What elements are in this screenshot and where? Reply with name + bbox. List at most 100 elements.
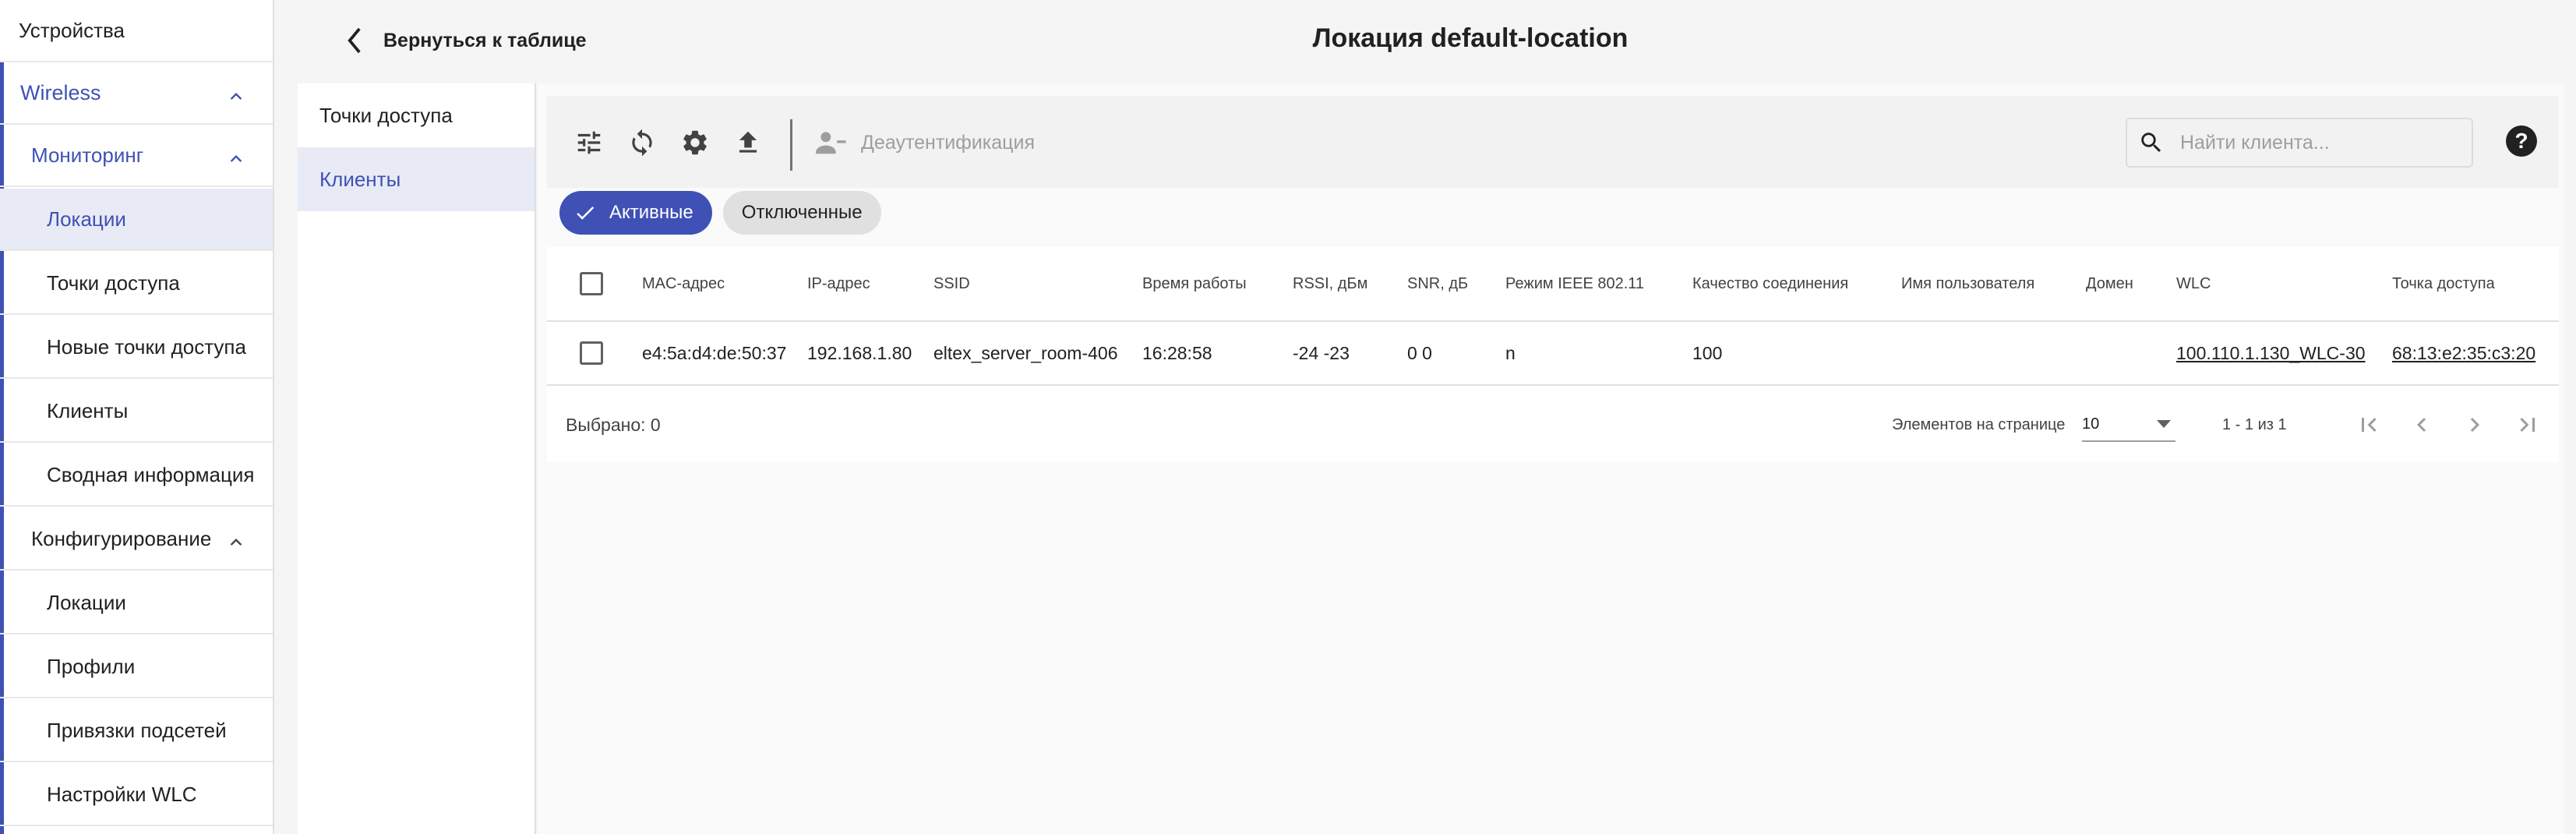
status-filter-chips: Активные Отключенные [559, 191, 881, 235]
settings-button[interactable] [679, 127, 711, 158]
cell-mac: e4:5a:d4:de:50:37 [642, 342, 787, 363]
per-page-value: 10 [2082, 415, 2100, 433]
column-header-snr[interactable]: SNR, дБ [1407, 247, 1468, 320]
filter-settings-button[interactable] [573, 127, 605, 158]
column-header-ssid[interactable]: SSID [933, 247, 970, 320]
page-title: Локация default-location [1312, 23, 1629, 53]
column-header-mac[interactable]: MAC-адрес [642, 247, 725, 320]
column-header-quality[interactable]: Качество соединения [1692, 247, 1848, 320]
cell-rssi: -24 -23 [1293, 342, 1350, 363]
sidebar-section-monitoring[interactable]: Мониторинг [0, 125, 273, 187]
sidebar-item-monitoring-locations[interactable]: Локации [0, 189, 273, 251]
cell-quality: 100 [1692, 342, 1723, 363]
tune-icon [577, 131, 601, 154]
person-remove-icon [816, 132, 846, 154]
column-header-uptime[interactable]: Время работы [1142, 247, 1247, 320]
toolbar-divider [790, 119, 792, 171]
next-page-button[interactable] [2459, 409, 2490, 440]
sidebar-section-label: Мониторинг [31, 143, 144, 167]
sidebar-item-label: Профили [47, 654, 136, 678]
clients-table: MAC-адрес IP-адрес SSID Время работы RSS… [547, 247, 2559, 462]
column-header-wlc[interactable]: WLC [2176, 247, 2211, 320]
chip-label: Активные [609, 202, 693, 223]
select-all-checkbox[interactable] [580, 272, 603, 295]
last-page-button[interactable] [2512, 409, 2543, 440]
last-page-icon [2520, 418, 2535, 432]
deauthenticate-button[interactable]: Деаутентификация [816, 127, 1035, 158]
client-search [2126, 118, 2473, 168]
sidebar-section-configuration[interactable]: Конфигурирование [0, 508, 273, 571]
deauthenticate-label: Деаутентификация [861, 131, 1035, 154]
chip-label: Отключенные [741, 202, 863, 223]
sidebar-group-wireless[interactable]: Wireless [0, 62, 273, 125]
table-footer: Выбрано: 0 Элементов на странице 10 1 - … [547, 387, 2559, 462]
first-page-button[interactable] [2353, 409, 2384, 440]
column-header-rssi[interactable]: RSSI, дБм [1293, 247, 1367, 320]
sidebar-item-summary[interactable]: Сводная информация [0, 444, 273, 507]
sidebar-item-label: Новые точки доступа [47, 334, 246, 359]
column-header-ip[interactable]: IP-адрес [807, 247, 870, 320]
sidebar-item-access-points[interactable]: Точки доступа [0, 253, 273, 315]
sidebar-item-config-locations[interactable]: Локации [0, 572, 273, 634]
check-icon [577, 206, 595, 220]
sidebar-item-label: Привязки подсетей [47, 718, 227, 742]
cell-ip: 192.168.1.80 [807, 342, 912, 363]
previous-page-button[interactable] [2406, 409, 2437, 440]
table-header-row: MAC-адрес IP-адрес SSID Время работы RSS… [547, 247, 2559, 322]
table-row[interactable]: e4:5a:d4:de:50:37 192.168.1.80 eltex_ser… [547, 322, 2559, 386]
gear-icon [683, 130, 707, 155]
sidebar-group-label: Wireless [20, 80, 101, 104]
wlc-link[interactable]: 100.110.1.130_WLC-30 [2176, 322, 2366, 384]
dropdown-arrow-icon [2157, 420, 2171, 428]
cell-mode: n [1505, 342, 1516, 363]
sidebar-item-new-access-points[interactable]: Новые точки доступа [0, 316, 273, 379]
subnav-label: Точки доступа [319, 103, 453, 127]
cell-uptime: 16:28:58 [1142, 342, 1212, 363]
sync-icon [632, 129, 652, 157]
location-subnav: Точки доступа Клиенты [298, 83, 536, 834]
per-page-label: Элементов на странице [1892, 415, 2066, 433]
sidebar-item-subnet-bindings[interactable]: Привязки подсетей [0, 700, 273, 762]
row-checkbox-cell [580, 322, 603, 384]
chip-disconnected[interactable]: Отключенные [722, 191, 881, 235]
access-point-link[interactable]: 68:13:e2:35:c3:20 [2392, 322, 2535, 384]
subnav-label: Клиенты [319, 167, 401, 191]
upload-icon [739, 131, 757, 153]
chevron-up-icon [228, 150, 245, 167]
chevron-up-icon [228, 533, 245, 550]
subnav-access-points[interactable]: Точки доступа [298, 83, 535, 147]
column-header-access-point[interactable]: Точка доступа [2392, 247, 2495, 320]
sidebar: Устройства Wireless Мониторинг Локации Т… [0, 0, 274, 834]
column-header-domain[interactable]: Домен [2086, 247, 2133, 320]
refresh-button[interactable] [626, 127, 658, 158]
chevron-right-icon [2470, 418, 2479, 432]
column-header-username[interactable]: Имя пользователя [1901, 247, 2034, 320]
sidebar-item-label: Локации [47, 207, 126, 231]
main-content: Деаутентификация ? Активные Отключенные … [538, 83, 2564, 834]
first-page-icon [2362, 418, 2377, 432]
selected-count: Выбрано: 0 [566, 414, 661, 435]
cell-snr: 0 0 [1407, 342, 1432, 363]
subnav-clients[interactable]: Клиенты [298, 147, 535, 211]
chevron-up-icon [228, 87, 245, 104]
row-checkbox[interactable] [580, 341, 603, 365]
per-page-select[interactable]: 10 [2082, 408, 2175, 442]
page-header: Вернуться к таблице Локация default-loca… [298, 0, 2565, 81]
chip-active[interactable]: Активные [559, 191, 712, 235]
search-icon [2141, 133, 2161, 153]
sidebar-item-profiles[interactable]: Профили [0, 636, 273, 698]
sidebar-item-devices[interactable]: Устройства [0, 0, 273, 62]
help-icon[interactable]: ? [2506, 125, 2537, 157]
sidebar-item-clients[interactable]: Клиенты [0, 380, 273, 443]
chevron-left-icon [2417, 418, 2426, 432]
export-button[interactable] [732, 127, 764, 158]
sidebar-item-label: Клиенты [47, 398, 129, 422]
sidebar-item-label: Сводная информация [47, 462, 255, 486]
sidebar-item-label: Точки доступа [47, 270, 180, 295]
sidebar-item-wlc-settings[interactable]: Настройки WLC [0, 764, 273, 826]
toolbar: Деаутентификация ? [547, 96, 2559, 188]
sidebar-item-label: Настройки WLC [47, 782, 197, 806]
search-input[interactable] [2180, 131, 2461, 154]
select-all-checkbox-cell [580, 247, 603, 320]
column-header-mode[interactable]: Режим IEEE 802.11 [1505, 247, 1644, 320]
